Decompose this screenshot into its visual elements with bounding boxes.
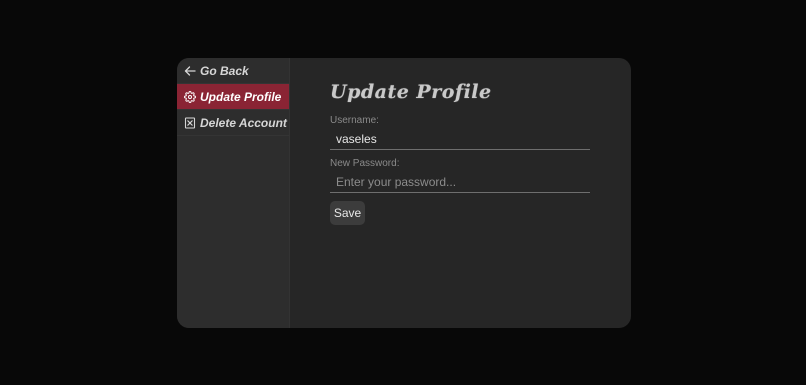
main-panel: Update Profile Username: New Password: S… (290, 58, 631, 328)
save-button[interactable]: Save (330, 201, 365, 225)
username-field[interactable] (330, 128, 590, 150)
sidebar: Go Back Update Profile Delete Account (177, 58, 290, 328)
sidebar-item-go-back[interactable]: Go Back (177, 58, 289, 84)
new-password-field[interactable] (330, 171, 590, 193)
sidebar-item-label: Update Profile (200, 89, 282, 104)
sidebar-item-delete-account[interactable]: Delete Account (177, 110, 289, 136)
sidebar-item-label: Delete Account (200, 115, 287, 130)
new-password-label: New Password: (330, 158, 400, 169)
arrow-left-icon (184, 65, 196, 77)
gear-icon (184, 90, 196, 103)
username-label: Username: (330, 115, 379, 126)
profile-card: Go Back Update Profile Delete Account Up… (177, 58, 631, 328)
x-square-icon (184, 116, 196, 129)
sidebar-item-label: Go Back (200, 63, 249, 78)
page-title: Update Profile (330, 81, 492, 103)
sidebar-item-update-profile[interactable]: Update Profile (177, 84, 289, 110)
